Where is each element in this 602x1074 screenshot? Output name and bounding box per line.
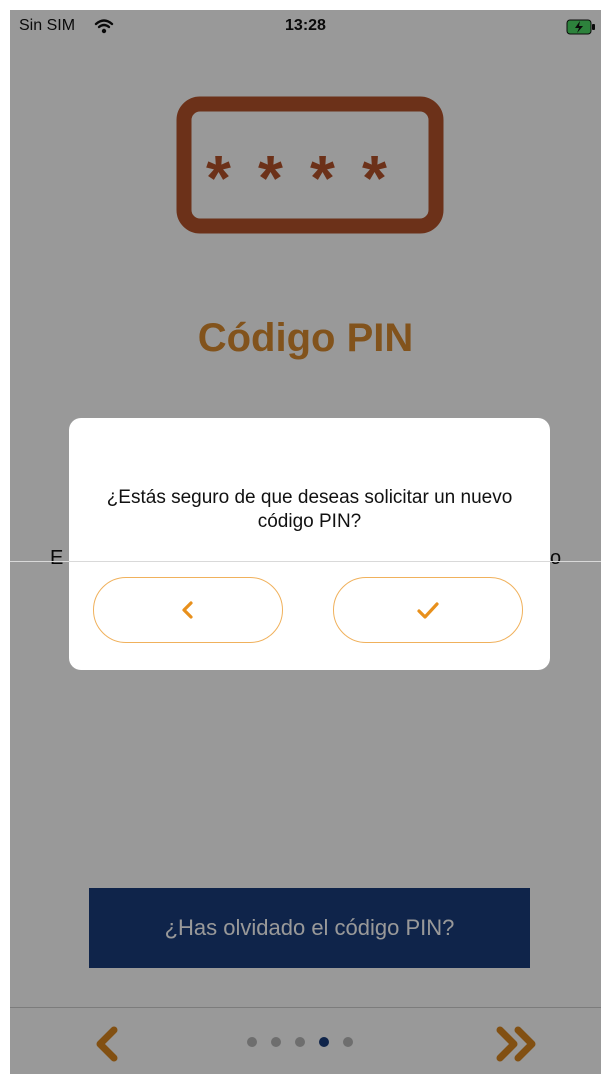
check-icon: [417, 602, 439, 619]
confirm-button[interactable]: [333, 577, 523, 643]
cancel-button[interactable]: [93, 577, 283, 643]
dialog-divider: [10, 561, 601, 562]
chevron-left-icon: [182, 601, 193, 619]
app-screen: Sin SIM 13:28 * * * * Código PIN E o ¿Ha…: [10, 10, 601, 1074]
confirm-dialog: ¿Estás seguro de que deseas solicitar un…: [10, 418, 601, 670]
dialog-message: ¿Estás seguro de que deseas solicitar un…: [106, 487, 513, 532]
